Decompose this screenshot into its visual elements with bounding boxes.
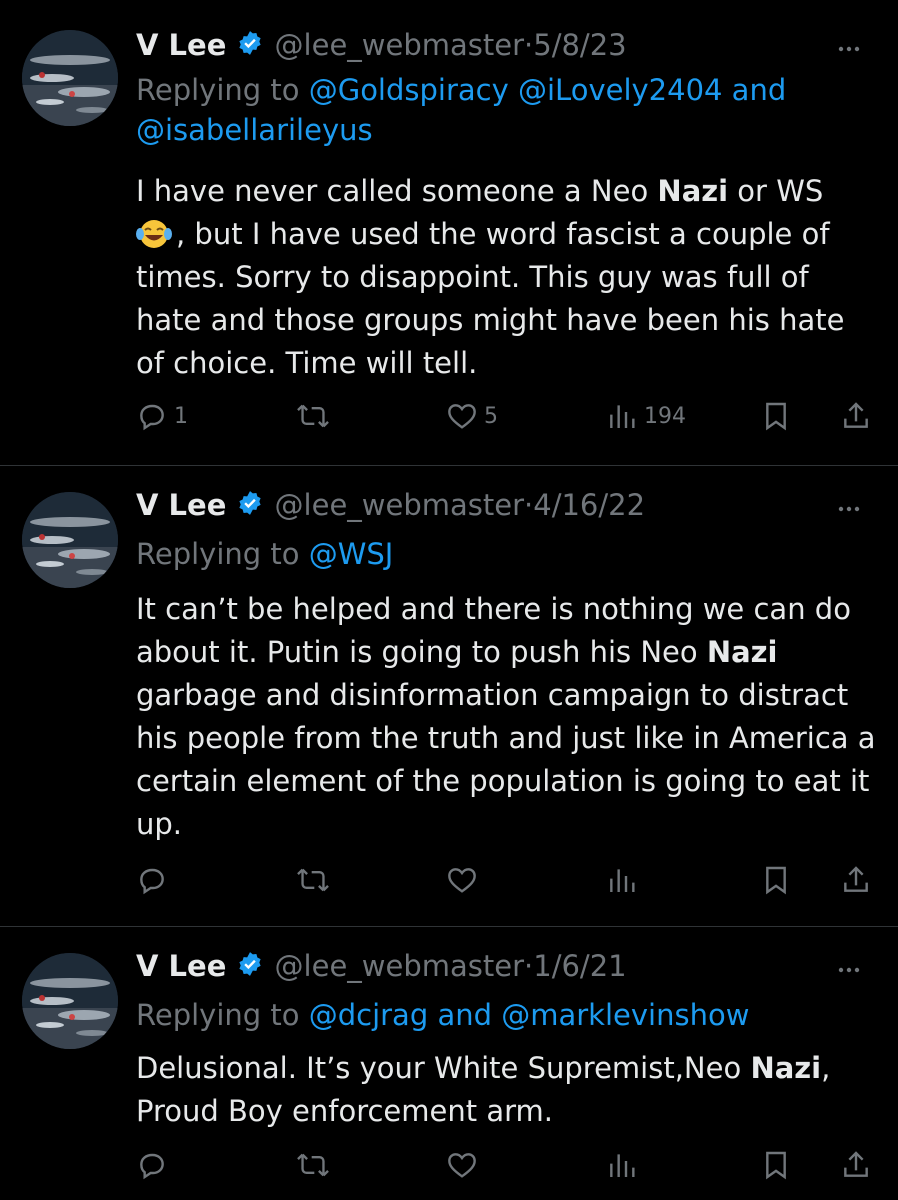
tweet-text-part: Delusional. It’s your White Supremist,Ne… (136, 1051, 751, 1085)
tweet-actions: 1 5 194 (136, 400, 898, 440)
tweet-1[interactable]: V Lee @lee_webmaster·5/8/23 Replying to … (0, 0, 898, 465)
avatar[interactable] (22, 30, 118, 126)
reply-button[interactable] (136, 1149, 168, 1181)
bookmark-icon (766, 866, 786, 895)
replying-prefix: Replying to (136, 998, 300, 1032)
like-button[interactable] (446, 864, 478, 896)
avatar[interactable] (22, 953, 118, 1049)
handle[interactable]: @lee_webmaster (275, 949, 524, 983)
reply-mentions-line1[interactable]: @Goldspiracy @iLovely2404 and (309, 73, 787, 107)
bookmark-icon (766, 402, 786, 431)
retweet-button[interactable] (296, 864, 330, 896)
share-icon (844, 1151, 868, 1177)
retweet-icon (297, 1153, 329, 1177)
tweet-actions (136, 864, 898, 904)
views-count: 194 (644, 403, 686, 429)
separator-dot: · (524, 949, 534, 983)
views-button[interactable] (606, 1149, 638, 1181)
more-icon[interactable] (834, 34, 864, 68)
tweet-date[interactable]: 5/8/23 (533, 28, 626, 62)
display-name[interactable]: V Lee (136, 28, 226, 62)
tweet-text: It can’t be helped and there is nothing … (136, 588, 876, 846)
tweet-3[interactable]: V Lee @lee_webmaster·1/6/21 Replying to … (0, 927, 898, 1200)
tweet-date[interactable]: 4/16/22 (533, 488, 645, 522)
retweet-button[interactable] (296, 1149, 330, 1181)
bookmark-button[interactable] (760, 864, 792, 896)
tweet-text: Delusional. It’s your White Supremist,Ne… (136, 1047, 876, 1133)
reply-icon (140, 1153, 164, 1180)
reply-icon (140, 868, 164, 895)
more-icon[interactable] (834, 955, 864, 989)
highlight-term: Nazi (750, 1051, 822, 1085)
bookmark-icon (766, 1151, 786, 1180)
tweet-date[interactable]: 1/6/21 (533, 949, 626, 983)
views-icon (610, 405, 635, 428)
handle[interactable]: @lee_webmaster (275, 28, 524, 62)
retweet-icon (297, 404, 329, 428)
share-icon (844, 402, 868, 428)
replying-prefix: Replying to (136, 537, 300, 571)
verified-badge-icon (237, 951, 263, 981)
views-icon (610, 869, 635, 892)
reply-button[interactable] (136, 864, 168, 896)
reply-mentions-line1[interactable]: @WSJ (309, 537, 394, 571)
display-name[interactable]: V Lee (136, 949, 226, 983)
reply-mentions-line2[interactable]: @isabellarileyus (136, 113, 373, 147)
display-name[interactable]: V Lee (136, 488, 226, 522)
like-button[interactable]: 5 (446, 400, 498, 432)
tweet-text-part: , but I have used the word fascist a cou… (136, 217, 845, 380)
verified-badge-icon (237, 30, 263, 60)
tweet-text-part: I have never called someone a Neo (136, 174, 658, 208)
share-button[interactable] (840, 864, 872, 896)
like-icon (448, 1153, 476, 1178)
more-icon[interactable] (834, 494, 864, 528)
replying-to: Replying to @dcjrag and @marklevinshow (136, 995, 818, 1035)
like-button[interactable] (446, 1149, 478, 1181)
highlight-term: Nazi (706, 635, 778, 669)
verified-badge-icon (237, 490, 263, 520)
bookmark-button[interactable] (760, 1149, 792, 1181)
tweet-text: I have never called someone a Neo Nazi o… (136, 170, 876, 385)
share-button[interactable] (840, 1149, 872, 1181)
separator-dot: · (524, 488, 534, 522)
reply-icon (140, 404, 164, 431)
tweet-text-part: or WS (728, 174, 824, 208)
reply-count: 1 (174, 403, 188, 429)
views-button[interactable]: 194 (606, 400, 686, 432)
replying-to: Replying to @WSJ (136, 534, 818, 574)
share-icon (844, 866, 868, 892)
reply-mentions-line1[interactable]: @dcjrag and @marklevinshow (309, 998, 750, 1032)
handle[interactable]: @lee_webmaster (275, 488, 524, 522)
bookmark-button[interactable] (760, 400, 792, 432)
like-icon (448, 404, 476, 429)
share-button[interactable] (840, 400, 872, 432)
avatar[interactable] (22, 492, 118, 588)
tears-of-joy-emoji (136, 218, 176, 250)
views-icon (610, 1154, 635, 1177)
views-button[interactable] (606, 864, 638, 896)
replying-prefix: Replying to (136, 73, 300, 107)
reply-button[interactable]: 1 (136, 400, 188, 432)
retweet-icon (297, 868, 329, 892)
separator-dot: · (524, 28, 534, 62)
like-count: 5 (484, 403, 498, 429)
tweet-2[interactable]: V Lee @lee_webmaster·4/16/22 Replying to… (0, 466, 898, 926)
replying-to: Replying to @Goldspiracy @iLovely2404 an… (136, 70, 818, 150)
tweet-text-part: garbage and disinformation campaign to d… (136, 678, 876, 841)
like-icon (448, 868, 476, 893)
highlight-term: Nazi (657, 174, 729, 208)
retweet-button[interactable] (296, 400, 330, 432)
tweet-actions (136, 1149, 898, 1189)
